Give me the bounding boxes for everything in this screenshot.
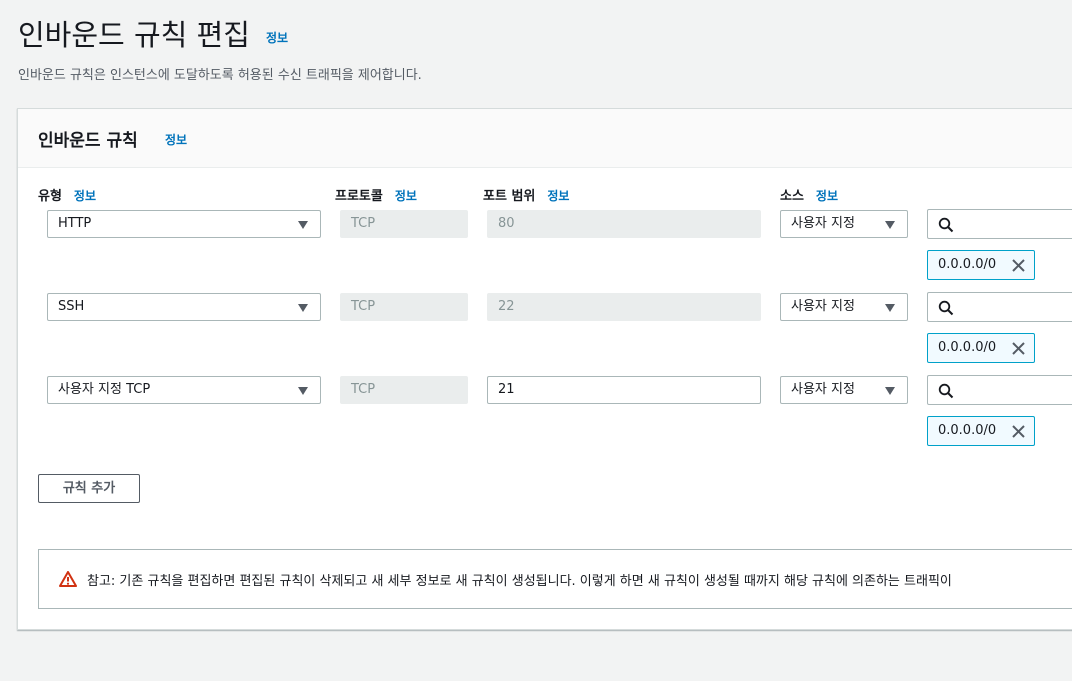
col-source-label: 소스 <box>780 189 804 204</box>
inbound-rules-panel: 인바운드 규칙 정보 유형 정보 프로토콜 정보 포트 범위 정보 소스 정보 HTTP… <box>17 108 1072 630</box>
port-range-field: 22 <box>487 293 761 321</box>
type-select[interactable]: SSH <box>47 293 321 321</box>
col-protocol-label: 프로토콜 <box>335 189 383 204</box>
search-icon <box>938 300 954 316</box>
col-protocol-info-link[interactable]: 정보 <box>395 189 417 203</box>
col-header-protocol: 프로토콜 정보 <box>335 185 417 204</box>
warning-text: 참고: 기존 규칙을 편집하면 편집된 규칙이 삭제되고 새 세부 정보로 새 … <box>87 574 952 589</box>
protocol-field: TCP <box>340 293 468 321</box>
col-header-source: 소스 정보 <box>780 185 838 204</box>
chevron-down-icon <box>885 221 895 229</box>
warning-icon <box>59 571 77 587</box>
source-type-value: 사용자 지정 <box>791 382 855 397</box>
chevron-down-icon <box>885 387 895 395</box>
source-type-select[interactable]: 사용자 지정 <box>780 210 908 238</box>
cidr-value: 0.0.0.0/0 <box>938 257 997 272</box>
source-type-value: 사용자 지정 <box>791 216 855 231</box>
panel-info-link[interactable]: 정보 <box>165 131 187 148</box>
source-search-input[interactable] <box>927 292 1072 322</box>
protocol-field: TCP <box>340 376 468 404</box>
col-header-port-range: 포트 범위 정보 <box>483 185 569 204</box>
protocol-field: TCP <box>340 210 468 238</box>
source-type-value: 사용자 지정 <box>791 299 855 314</box>
page-title: 인바운드 규칙 편집 <box>18 18 250 52</box>
cidr-value: 0.0.0.0/0 <box>938 340 997 355</box>
close-icon[interactable] <box>1011 258 1026 273</box>
type-select[interactable]: HTTP <box>47 210 321 238</box>
source-search-input[interactable] <box>927 209 1072 239</box>
cidr-token: 0.0.0.0/0 <box>927 333 1035 363</box>
col-header-type: 유형 정보 <box>38 185 96 204</box>
search-icon <box>938 217 954 233</box>
source-search-input[interactable] <box>927 375 1072 405</box>
add-rule-button[interactable]: 규칙 추가 <box>38 474 140 503</box>
close-icon[interactable] <box>1011 424 1026 439</box>
chevron-down-icon <box>298 387 308 395</box>
page-description: 인바운드 규칙은 인스턴스에 도달하도록 허용된 수신 트래픽을 제어합니다. <box>18 68 422 83</box>
cidr-token: 0.0.0.0/0 <box>927 250 1035 280</box>
col-port-info-link[interactable]: 정보 <box>547 189 569 203</box>
col-source-info-link[interactable]: 정보 <box>816 189 838 203</box>
close-icon[interactable] <box>1011 341 1026 356</box>
chevron-down-icon <box>298 221 308 229</box>
chevron-down-icon <box>298 304 308 312</box>
type-value: SSH <box>58 299 85 314</box>
cidr-value: 0.0.0.0/0 <box>938 423 997 438</box>
col-type-label: 유형 <box>38 189 62 204</box>
page-info-link[interactable]: 정보 <box>266 29 288 46</box>
chevron-down-icon <box>885 304 895 312</box>
type-select[interactable]: 사용자 지정 TCP <box>47 376 321 404</box>
type-value: HTTP <box>58 216 92 231</box>
type-value: 사용자 지정 TCP <box>58 382 151 397</box>
panel-title: 인바운드 규칙 <box>38 131 138 151</box>
source-type-select[interactable]: 사용자 지정 <box>780 293 908 321</box>
port-range-input[interactable]: 21 <box>487 376 761 404</box>
col-type-info-link[interactable]: 정보 <box>74 189 96 203</box>
source-type-select[interactable]: 사용자 지정 <box>780 376 908 404</box>
port-range-field: 80 <box>487 210 761 238</box>
cidr-token: 0.0.0.0/0 <box>927 416 1035 446</box>
panel-header: 인바운드 규칙 정보 <box>18 109 1072 168</box>
warning-alert: 참고: 기존 규칙을 편집하면 편집된 규칙이 삭제되고 새 세부 정보로 새 … <box>38 549 1072 609</box>
col-port-label: 포트 범위 <box>483 189 536 204</box>
search-icon <box>938 383 954 399</box>
